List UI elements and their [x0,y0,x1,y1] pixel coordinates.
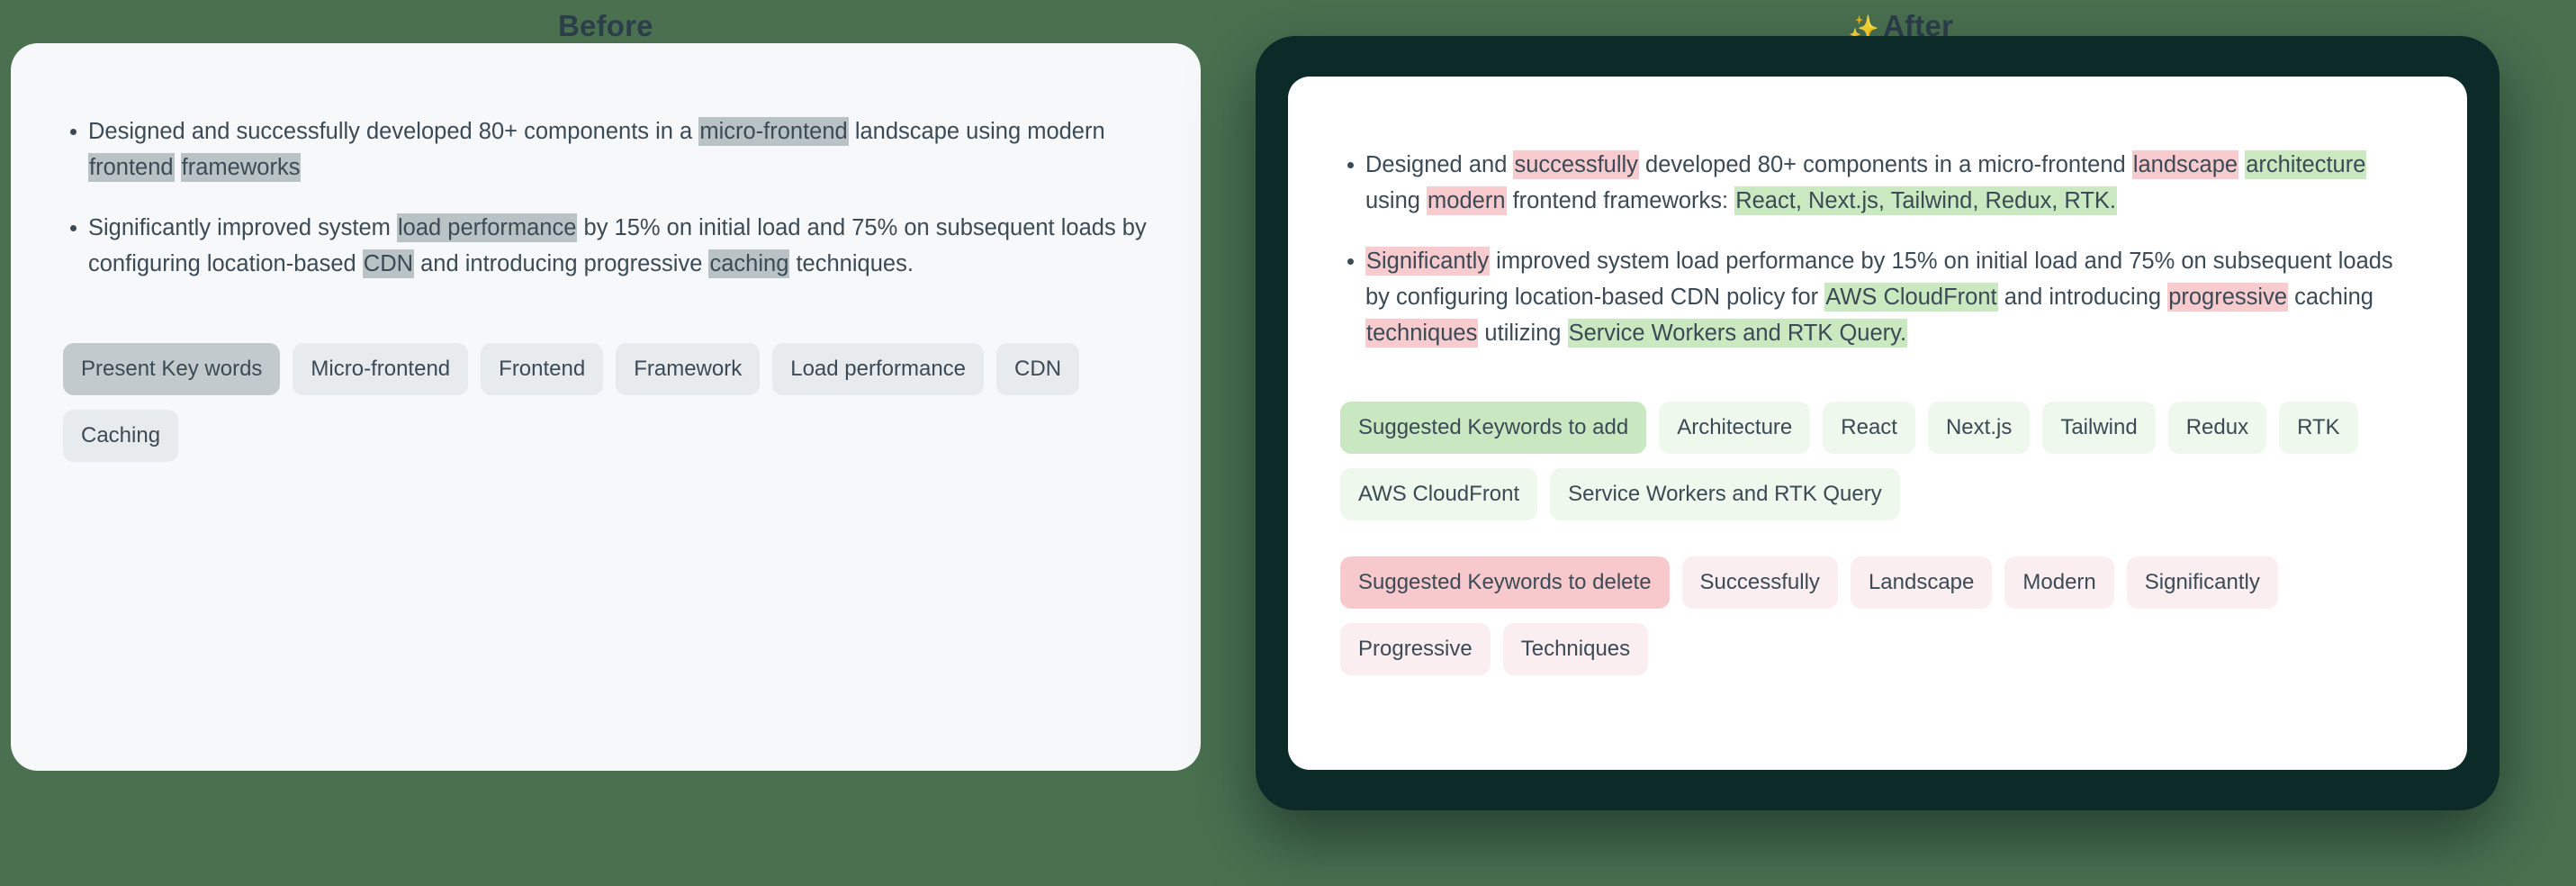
before-bullet-list: Designed and successfully developed 80+ … [63,113,1148,282]
before-chip-section: Present Key words Micro-frontend Frontend F… [63,343,1148,462]
bullet-text-segment: landscape using modern [848,119,1105,144]
bullet-text-segment: and introducing progressive [414,251,709,276]
keyword-chip[interactable]: CDN [996,343,1080,395]
highlighted-keyword-pink: techniques [1365,319,1479,348]
bullet-text-segment: techniques. [789,251,914,276]
highlighted-keyword-pink: Significantly [1365,247,1491,276]
chip-group-present-keywords: Present Key words Micro-frontend Frontend F… [63,343,1130,462]
highlighted-keyword-gray: caching [708,249,790,278]
highlighted-keyword-gray: frontend [88,153,175,182]
resume-bullet: Designed and successfully developed 80+ … [70,113,1148,185]
bullet-text-segment: Designed and successfully developed 80+ … [88,119,699,144]
resume-bullet: Significantly improved system load perfo… [1347,243,2415,351]
bullet-text-segment: Designed and [1365,152,1514,177]
before-title-label: Before [558,9,653,42]
bullet-text-segment: utilizing [1478,321,1568,346]
highlighted-keyword-gray: frameworks [180,153,302,182]
before-panel-title: Before [558,11,653,41]
highlighted-keyword-gray: CDN [362,249,415,278]
highlighted-keyword-gray: load performance [396,213,578,242]
resume-bullet: Significantly improved system load perfo… [70,210,1148,282]
keyword-chip[interactable]: Techniques [1502,623,1649,675]
after-bullet-list: Designed and successfully developed 80+ … [1340,147,2415,351]
keyword-chip[interactable]: Caching [63,410,179,462]
resume-bullet: Designed and successfully developed 80+ … [1347,147,2415,219]
chip-group-header: Present Key words [63,343,281,395]
keyword-chip[interactable]: Micro-frontend [293,343,469,395]
keyword-chip[interactable]: Architecture [1659,402,1811,454]
chip-group-suggested-keywords-to-add: Suggested Keywords to add Architecture Rea… [1340,402,2407,520]
keyword-chip[interactable]: Redux [2167,402,2267,454]
bullet-text-segment: frontend frameworks: [1506,188,1735,213]
after-chip-section: Suggested Keywords to add Architecture Rea… [1340,402,2415,675]
highlighted-keyword-green: architecture [2245,150,2367,179]
highlighted-keyword-gray: micro-frontend [698,117,849,146]
chip-group-spacer [1340,520,2415,556]
bullet-text-segment: caching [2288,285,2373,310]
keyword-chip[interactable]: Service Workers and RTK Query [1550,468,1900,520]
bullet-text-segment: using [1365,188,1428,213]
keyword-chip[interactable]: Successfully [1681,556,1838,609]
keyword-chip[interactable]: RTK [2279,402,2358,454]
keyword-chip[interactable]: Modern [2004,556,2114,609]
chip-group-header: Suggested Keywords to add [1340,402,1647,454]
keyword-chip[interactable]: Tailwind [2042,402,2156,454]
bullet-text-segment [175,155,181,180]
highlighted-keyword-pink: modern [1427,186,1507,215]
keyword-chip[interactable]: AWS CloudFront [1340,468,1538,520]
highlighted-keyword-pink: successfully [1513,150,1639,179]
bullet-text-segment: developed 80+ components in a micro-fron… [1638,152,2132,177]
bullet-text-segment: and introducing [1997,285,2168,310]
highlighted-keyword-green: React, Next.js, Tailwind, Redux, RTK. [1734,186,2118,215]
highlighted-keyword-green: AWS CloudFront [1824,283,1998,312]
highlighted-keyword-pink: progressive [2167,283,2288,312]
keyword-chip[interactable]: React [1823,402,1915,454]
keyword-chip[interactable]: Framework [616,343,761,395]
keyword-chip[interactable]: Load performance [772,343,985,395]
chip-group-suggested-keywords-to-delete: Suggested Keywords to delete Successfully… [1340,556,2407,675]
comparison-stage: Before Designed and successfully develop… [0,0,2576,886]
keyword-chip[interactable]: Significantly [2126,556,2278,609]
after-resume-card: Designed and successfully developed 80+ … [1288,77,2467,770]
highlighted-keyword-green: Service Workers and RTK Query. [1567,319,1908,348]
keyword-chip[interactable]: Next.js [1927,402,2031,454]
bullet-text-segment: Significantly improved system [88,215,397,240]
after-device-frame: Designed and successfully developed 80+ … [1256,36,2499,810]
highlighted-keyword-pink: landscape [2131,150,2239,179]
keyword-chip[interactable]: Landscape [1850,556,1993,609]
keyword-chip[interactable]: Progressive [1340,623,1491,675]
chip-group-header: Suggested Keywords to delete [1340,556,1670,609]
keyword-chip[interactable]: Frontend [481,343,604,395]
before-resume-card: Designed and successfully developed 80+ … [11,43,1201,771]
